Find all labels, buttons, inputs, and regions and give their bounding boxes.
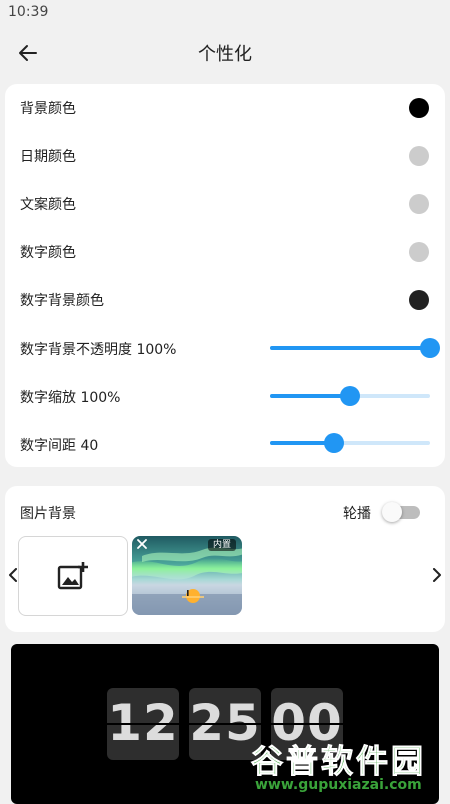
carousel-toggle[interactable] [382,502,420,522]
watermark: 谷普软件园 www.gupuxiazai.com [245,736,450,800]
digit-color-swatch[interactable] [409,242,429,262]
settings-card: 背景颜色 日期颜色 文案颜色 数字颜色 数字背景颜色 数字背景不透明度 100%… [5,84,445,467]
add-photo-icon [57,562,88,590]
toggle-knob [382,502,402,522]
digit-spacing-label: 数字间距 40 [20,438,99,454]
image-background-card: 图片背景 轮播 内置 [5,486,445,632]
slider-fill [270,394,350,398]
digit-background-color-swatch[interactable] [409,290,429,310]
date-color-label: 日期颜色 [20,149,76,165]
date-color-swatch[interactable] [409,146,429,166]
text-color-swatch[interactable] [409,194,429,214]
digit-color-label: 数字颜色 [20,245,76,261]
slider-thumb[interactable] [340,386,360,406]
digit-scale-slider[interactable] [270,384,430,408]
background-thumbnail[interactable]: 内置 [132,536,242,615]
background-color-swatch[interactable] [409,98,429,118]
builtin-badge: 内置 [207,539,236,551]
close-icon [137,539,147,549]
add-image-button[interactable] [18,536,128,616]
slider-fill [270,346,430,350]
status-bar: 10:39 [0,0,450,26]
chevron-left-icon [9,568,17,582]
watermark-url: www.gupuxiazai.com [255,777,422,793]
slider-thumb[interactable] [324,433,344,453]
watermark-title: 谷普软件园 [250,742,427,781]
status-time: 10:39 [8,4,49,20]
digit-opacity-slider[interactable] [270,336,440,360]
digit-scale-label: 数字缩放 100% [20,390,121,406]
digit-spacing-slider[interactable] [270,431,430,455]
image-background-title: 图片背景 [20,506,76,522]
carousel-label: 轮播 [343,506,371,522]
chevron-right-icon [433,568,441,582]
scroll-right-button[interactable] [429,563,445,587]
remove-image-button[interactable] [134,536,150,552]
hours-digit-box: 12 [107,688,179,760]
digit-opacity-label: 数字背景不透明度 100% [20,342,177,358]
background-color-label: 背景颜色 [20,101,76,117]
digit-background-color-label: 数字背景颜色 [20,293,104,309]
slider-thumb[interactable] [420,338,440,358]
text-color-label: 文案颜色 [20,197,76,213]
page-title: 个性化 [198,44,252,65]
app-bar: 个性化 [0,26,450,80]
